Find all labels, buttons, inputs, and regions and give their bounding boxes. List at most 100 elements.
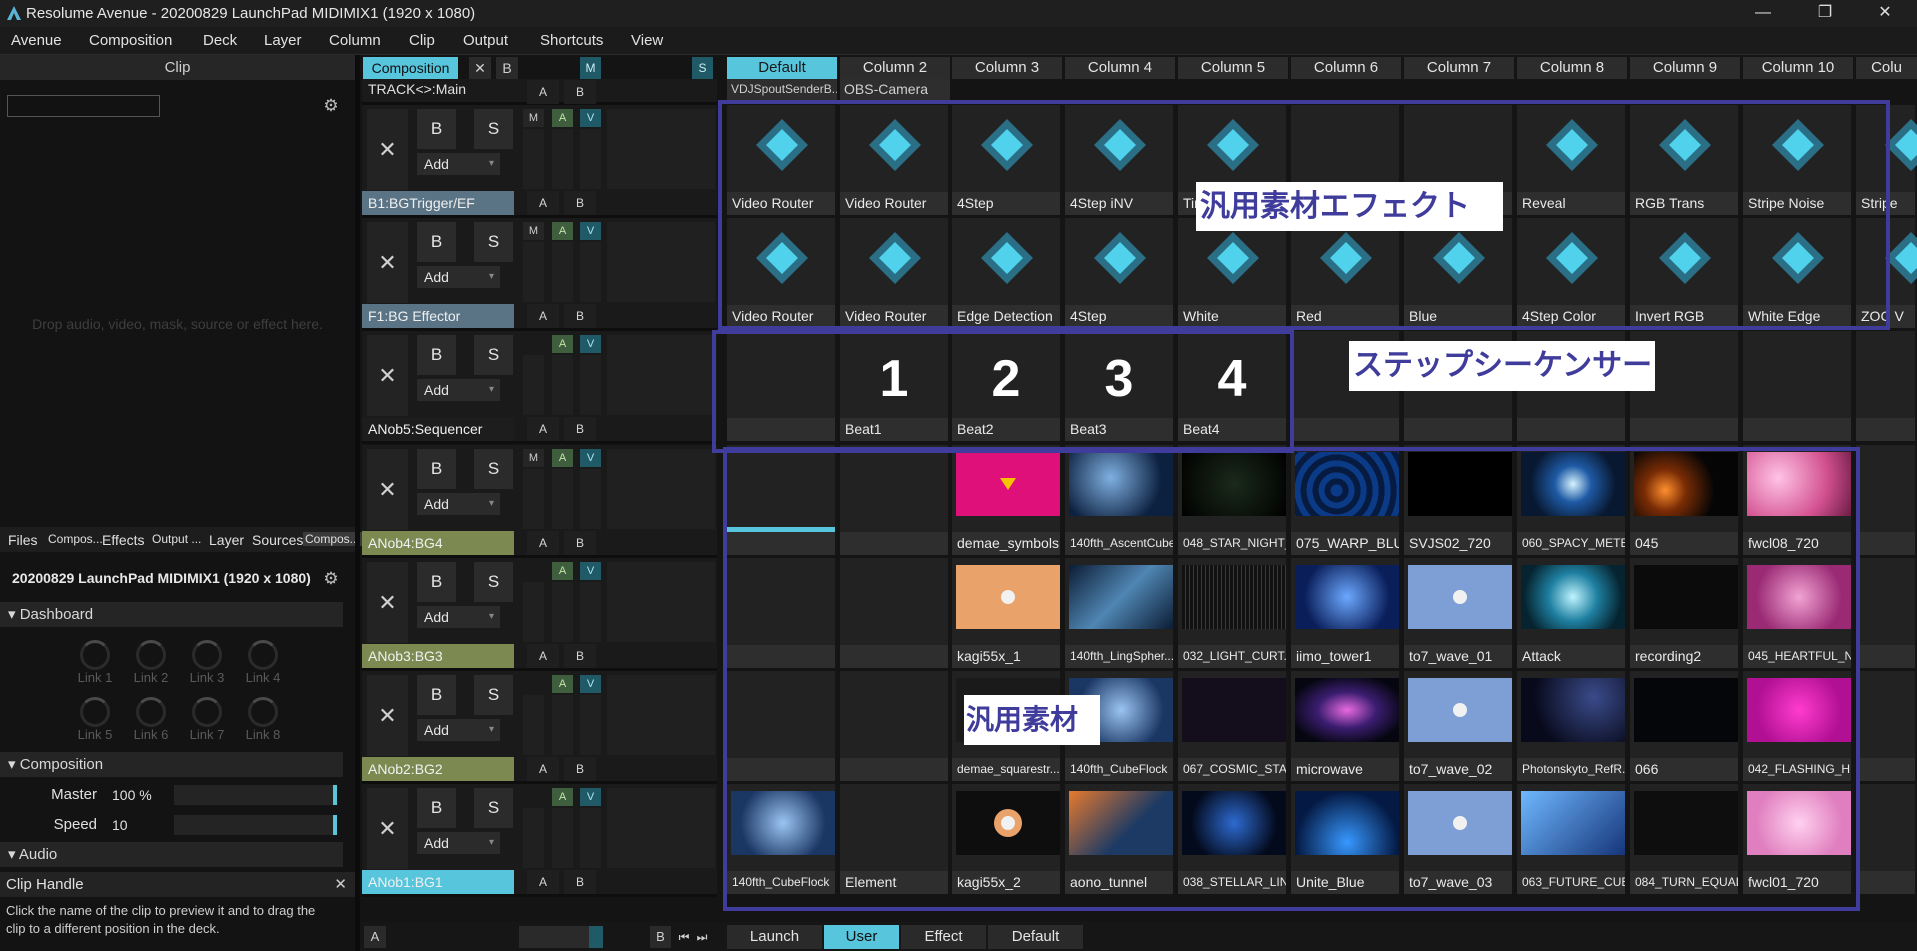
layer-level-strip[interactable]	[580, 582, 601, 642]
clip-slot[interactable]	[1743, 331, 1853, 441]
clip-name[interactable]	[1404, 418, 1512, 441]
layer-audio-toggle[interactable]: A	[552, 449, 573, 467]
layer-solo-button[interactable]: S	[474, 449, 513, 489]
composition-mute-button[interactable]: M	[580, 57, 601, 79]
layer-clear-button[interactable]: ✕	[367, 562, 408, 643]
composition-gear-icon[interactable]: ⚙	[322, 570, 340, 588]
layer-bypass-button[interactable]: B	[417, 562, 456, 602]
layer-bypass-button[interactable]: B	[417, 788, 456, 828]
link-2-knob[interactable]	[136, 640, 166, 670]
layer-mute-button[interactable]: M	[523, 449, 544, 467]
layer-level-strip[interactable]	[580, 355, 601, 415]
layer-add-dropdown[interactable]: Add	[417, 606, 500, 628]
clip-slot[interactable]	[1856, 331, 1917, 441]
layer-crossfade-a[interactable]: A	[527, 644, 559, 668]
audio-section[interactable]: ▾ Audio	[0, 842, 343, 867]
layer-add-dropdown[interactable]: Add	[417, 493, 500, 515]
layer-crossfade-b[interactable]: B	[564, 870, 596, 894]
layer-name[interactable]: ANob1:BG1	[362, 870, 514, 894]
layer-volume-strip[interactable]	[552, 355, 573, 415]
next-column-icon[interactable]: ⏭	[693, 926, 711, 948]
layer-crossfade-a[interactable]: A	[527, 870, 559, 894]
layer-video-toggle[interactable]: V	[580, 562, 601, 580]
layer-video-toggle[interactable]: V	[580, 449, 601, 467]
layer-clear-button[interactable]: ✕	[367, 449, 408, 530]
column-header-10[interactable]: Column 10	[1743, 57, 1853, 79]
clip-name[interactable]	[1517, 418, 1625, 441]
layer-solo-button[interactable]: S	[474, 562, 513, 602]
layer-video-toggle[interactable]: V	[580, 109, 601, 127]
master-slider[interactable]	[174, 785, 337, 805]
layer-add-dropdown[interactable]: Add	[417, 379, 500, 401]
clip-name[interactable]	[1856, 758, 1915, 781]
clip-name[interactable]	[1630, 418, 1738, 441]
crossfader-a-button[interactable]: A	[364, 926, 386, 948]
deck-tab-user[interactable]: User	[824, 925, 899, 949]
master-value[interactable]: 100 %	[112, 787, 152, 803]
layer-clear-button[interactable]: ✕	[367, 222, 408, 303]
layer-clear-button[interactable]: ✕	[367, 675, 408, 756]
composition-solo-button[interactable]: S	[692, 57, 713, 79]
deck-tab-effect[interactable]: Effect	[901, 925, 986, 949]
layer-name[interactable]: F1:BG Effector	[362, 304, 514, 328]
link-6-knob[interactable]	[136, 697, 166, 727]
layer-opacity-strip[interactable]	[523, 808, 544, 868]
link-1-knob[interactable]	[80, 640, 110, 670]
speed-value[interactable]: 10	[112, 817, 128, 833]
layer-add-dropdown[interactable]: Add	[417, 153, 500, 175]
layer-mute-button[interactable]: M	[523, 222, 544, 240]
layer-volume-strip[interactable]	[552, 129, 573, 189]
gear-icon[interactable]: ⚙	[322, 97, 340, 115]
layer-level-strip[interactable]	[580, 129, 601, 189]
layer-opacity-strip[interactable]	[523, 129, 544, 189]
layer-opacity-strip[interactable]	[523, 469, 544, 529]
deck-tab-default[interactable]: Default	[988, 925, 1083, 949]
composition-bypass-button[interactable]: B	[496, 57, 518, 79]
menu-layer[interactable]: Layer	[264, 32, 302, 49]
layer-bypass-button[interactable]: B	[417, 335, 456, 375]
layer-clear-button[interactable]: ✕	[367, 335, 408, 416]
layer-level-strip[interactable]	[580, 695, 601, 755]
layer-crossfade-b[interactable]: B	[564, 531, 596, 555]
tab-effects[interactable]: Effects	[102, 532, 145, 548]
layer-opacity-strip[interactable]	[523, 695, 544, 755]
composition-button[interactable]: Composition	[363, 57, 458, 79]
clip-name[interactable]	[1856, 418, 1915, 441]
clip-name[interactable]	[1856, 532, 1915, 555]
layer-crossfade-b[interactable]: B	[564, 191, 596, 215]
layer-opacity-strip[interactable]	[523, 355, 544, 415]
menu-column[interactable]: Column	[329, 32, 381, 49]
column-header-4[interactable]: Column 4	[1065, 57, 1175, 79]
layer-volume-strip[interactable]	[552, 582, 573, 642]
column-header-6[interactable]: Column 6	[1291, 57, 1401, 79]
menu-view[interactable]: View	[631, 32, 663, 49]
layer-name[interactable]: B1:BGTrigger/EF	[362, 191, 514, 215]
composition-section[interactable]: ▾ Composition	[0, 752, 343, 777]
close-window-button[interactable]: ✕	[1870, 3, 1900, 23]
tab-outputs[interactable]: Output ...	[152, 532, 201, 546]
clip-handle-close-icon[interactable]: ✕	[334, 875, 347, 893]
link-3-knob[interactable]	[192, 640, 222, 670]
layer-name[interactable]: ANob5:Sequencer	[362, 417, 514, 441]
layer-bypass-button[interactable]: B	[417, 222, 456, 262]
layer-solo-button[interactable]: S	[474, 335, 513, 375]
layer-opacity-strip[interactable]	[523, 242, 544, 302]
clip-name[interactable]	[1856, 645, 1915, 668]
column-header-7[interactable]: Column 7	[1404, 57, 1514, 79]
menu-output[interactable]: Output	[463, 32, 508, 49]
clip-name[interactable]	[1856, 871, 1915, 894]
tab-layer[interactable]: Layer	[209, 532, 244, 548]
clip-slot[interactable]	[1856, 784, 1917, 894]
top-partial-clip-2[interactable]: OBS-Camera	[840, 79, 950, 100]
deck-tab-launch[interactable]: Launch	[727, 925, 822, 949]
menu-deck[interactable]: Deck	[203, 32, 237, 49]
clip-slot[interactable]	[1856, 558, 1917, 668]
layer-name[interactable]: ANob2:BG2	[362, 757, 514, 781]
layer-video-toggle[interactable]: V	[580, 788, 601, 806]
layer-volume-strip[interactable]	[552, 695, 573, 755]
layer-audio-toggle[interactable]: A	[552, 788, 573, 806]
link-7-knob[interactable]	[192, 697, 222, 727]
layer-crossfade-a[interactable]: A	[527, 417, 559, 441]
link-5-knob[interactable]	[80, 697, 110, 727]
layer-level-strip[interactable]	[580, 242, 601, 302]
